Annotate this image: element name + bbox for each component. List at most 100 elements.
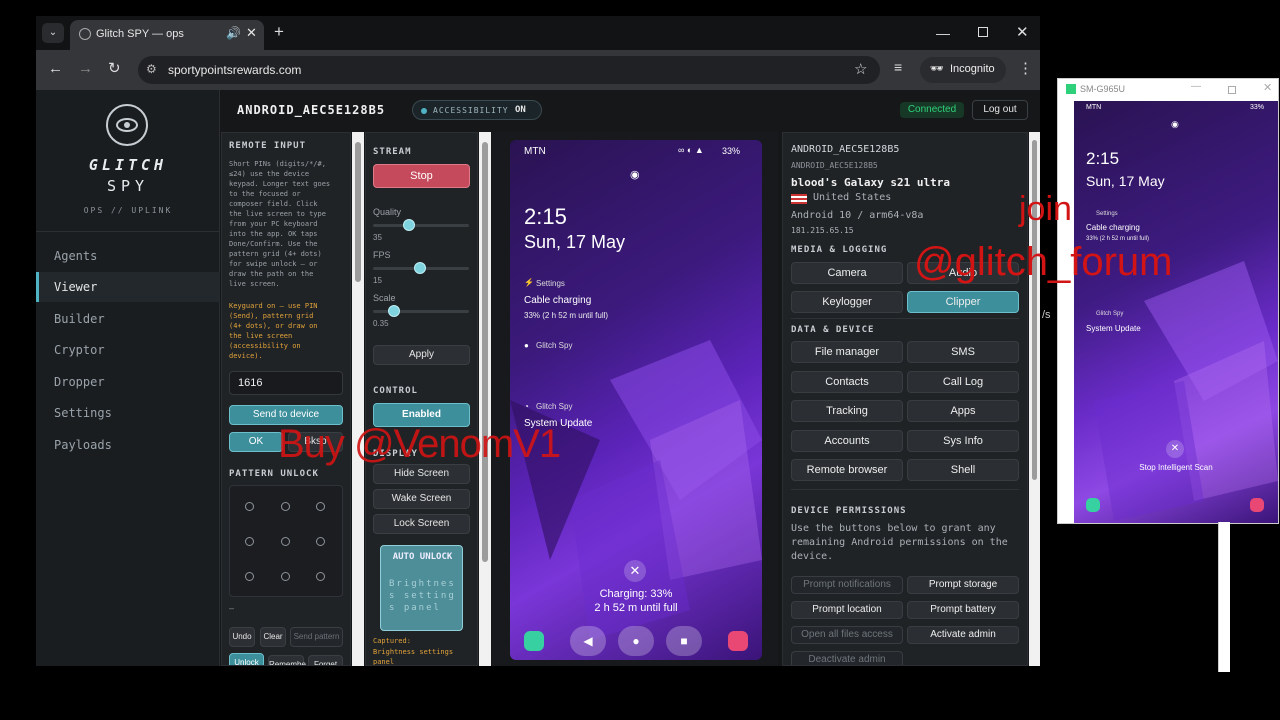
sidebar-item-agents[interactable]: Agents bbox=[36, 241, 220, 271]
accounts-button[interactable]: Accounts bbox=[791, 430, 903, 452]
accessibility-badge: ACCESSIBILITY ON bbox=[412, 100, 542, 120]
send-pattern-button[interactable]: Send pattern bbox=[290, 627, 343, 647]
contacts-button[interactable]: Contacts bbox=[791, 371, 903, 393]
call-log-button[interactable]: Call Log bbox=[907, 371, 1019, 393]
site-info-icon[interactable]: ⚙ bbox=[146, 62, 157, 76]
pattern-dot[interactable] bbox=[281, 502, 290, 511]
stream-scrollbar[interactable] bbox=[479, 132, 491, 666]
maximize-icon[interactable] bbox=[978, 27, 988, 37]
mirror-minimize-icon[interactable]: — bbox=[1191, 81, 1201, 92]
pattern-dot[interactable] bbox=[316, 572, 325, 581]
sys-info-button[interactable]: Sys Info bbox=[907, 430, 1019, 452]
back-icon[interactable]: ← bbox=[48, 60, 63, 77]
live-screen[interactable]: MTN 33% ∞ ◐ ▲ ◉ 2:15 Sun, 17 May ⚡ Setti… bbox=[510, 140, 762, 660]
pattern-dot[interactable] bbox=[245, 572, 254, 581]
notif2-app[interactable]: Glitch Spy bbox=[536, 341, 572, 350]
logout-button[interactable]: Log out bbox=[972, 100, 1028, 120]
section-divider bbox=[791, 318, 1019, 319]
forget-button[interactable]: Forget bbox=[308, 655, 343, 665]
nav-home-icon[interactable]: ● bbox=[618, 626, 654, 656]
lock-screen-button[interactable]: Lock Screen bbox=[373, 514, 470, 534]
sidebar-item-cryptor[interactable]: Cryptor bbox=[36, 335, 220, 365]
mirror-close-icon[interactable]: ✕ bbox=[1263, 81, 1272, 94]
scale-knob[interactable] bbox=[388, 305, 400, 317]
notif1-title[interactable]: Cable charging bbox=[524, 295, 591, 306]
remote-browser-button[interactable]: Remote browser bbox=[791, 459, 903, 481]
tab-list-button[interactable]: ⌄ bbox=[42, 23, 64, 43]
apply-button[interactable]: Apply bbox=[373, 345, 470, 365]
sidebar-item-viewer[interactable]: Viewer bbox=[36, 272, 220, 302]
activate-admin-button[interactable]: Activate admin bbox=[907, 626, 1019, 644]
sidebar-item-dropper[interactable]: Dropper bbox=[36, 367, 220, 397]
scrollbar-thumb[interactable] bbox=[482, 142, 488, 562]
captured-label: Captured: bbox=[373, 637, 411, 645]
pattern-dot[interactable] bbox=[281, 572, 290, 581]
apps-button[interactable]: Apps bbox=[907, 400, 1019, 422]
wake-screen-button[interactable]: Wake Screen bbox=[373, 489, 470, 509]
stop-stream-button[interactable]: Stop bbox=[373, 164, 470, 188]
browser-tab[interactable]: Glitch SPY — ops 🔊 ✕ bbox=[70, 20, 264, 50]
prompt-location-button[interactable]: Prompt location bbox=[791, 601, 903, 619]
nav-recents-icon[interactable]: ■ bbox=[666, 626, 702, 656]
sidebar-item-settings[interactable]: Settings bbox=[36, 398, 220, 428]
incognito-chip[interactable]: 🕶 Incognito bbox=[920, 57, 1006, 83]
url-field[interactable]: ⚙ sportypointsrewards.com ☆ bbox=[138, 56, 880, 84]
pattern-dot[interactable] bbox=[281, 537, 290, 546]
remember-button[interactable]: Remembe bbox=[268, 655, 306, 665]
clipper-button[interactable]: Clipper bbox=[907, 291, 1019, 313]
mirror-app-icon-left[interactable] bbox=[1086, 498, 1100, 512]
mirror-screen[interactable]: MTN 33% ◉ 2:15 Sun, 17 May Settings Cabl… bbox=[1074, 101, 1278, 523]
prompt-storage-button[interactable]: Prompt storage bbox=[907, 576, 1019, 594]
clear-button[interactable]: Clear bbox=[260, 627, 286, 647]
fps-knob[interactable] bbox=[414, 262, 426, 274]
shell-button[interactable]: Shell bbox=[907, 459, 1019, 481]
reload-icon[interactable]: ↻ bbox=[108, 59, 121, 77]
prompt-battery-button[interactable]: Prompt battery bbox=[907, 601, 1019, 619]
captured-text: Brightness settings panel bbox=[373, 648, 454, 666]
sidebar-item-builder[interactable]: Builder bbox=[36, 304, 220, 334]
pattern-dot[interactable] bbox=[316, 537, 325, 546]
media-control-icon[interactable]: ≡ bbox=[894, 59, 902, 75]
keylogger-button[interactable]: Keylogger bbox=[791, 291, 903, 313]
sms-button[interactable]: SMS bbox=[907, 341, 1019, 363]
ok-button[interactable]: OK bbox=[229, 432, 283, 452]
forward-icon[interactable]: → bbox=[78, 60, 93, 77]
quality-knob[interactable] bbox=[403, 219, 415, 231]
pattern-dot[interactable] bbox=[245, 502, 254, 511]
pattern-dot[interactable] bbox=[316, 502, 325, 511]
tracking-button[interactable]: Tracking bbox=[791, 400, 903, 422]
scrollbar-thumb[interactable] bbox=[355, 142, 361, 282]
undo-button[interactable]: Undo bbox=[229, 627, 255, 647]
remote-input-scrollbar[interactable] bbox=[352, 132, 364, 666]
unlock-button[interactable]: Unlock bbox=[229, 653, 264, 665]
camera-app-icon[interactable] bbox=[728, 631, 748, 651]
browser-menu-icon[interactable]: ⋮ bbox=[1018, 59, 1033, 77]
nav-back-icon[interactable]: ◀ bbox=[570, 626, 606, 656]
mirror-camera-icon[interactable] bbox=[1250, 498, 1264, 512]
prompt-notifications-button[interactable]: Prompt notifications bbox=[791, 576, 903, 594]
close-window-icon[interactable]: ✕ bbox=[1016, 23, 1029, 41]
tab-close-icon[interactable]: ✕ bbox=[246, 25, 257, 41]
mirror-battery: 33% bbox=[1250, 104, 1265, 111]
mirror-maximize-icon[interactable] bbox=[1228, 86, 1236, 94]
sidebar-item-payloads[interactable]: Payloads bbox=[36, 430, 220, 460]
new-tab-button[interactable]: + bbox=[274, 22, 284, 42]
quality-slider[interactable] bbox=[373, 224, 469, 227]
hide-screen-button[interactable]: Hide Screen bbox=[373, 464, 470, 484]
speaker-icon[interactable]: 🔊 bbox=[226, 26, 241, 40]
minimize-icon[interactable]: — bbox=[936, 25, 950, 41]
unlock-close-icon[interactable]: ✕ bbox=[624, 560, 646, 582]
file-manager-button[interactable]: File manager bbox=[791, 341, 903, 363]
url-text: sportypointsrewards.com bbox=[168, 63, 302, 77]
remote-input-panel: REMOTE INPUT Short PINs (digits/*/#, ≤24)… bbox=[221, 132, 351, 666]
deactivate-admin-button[interactable]: Deactivate admin bbox=[791, 651, 903, 665]
pin-input[interactable]: 1616 bbox=[229, 371, 343, 395]
pattern-grid[interactable] bbox=[229, 485, 343, 597]
phone-app-icon[interactable] bbox=[524, 631, 544, 651]
bookmark-star-icon[interactable]: ☆ bbox=[854, 60, 867, 78]
open-all-files-button[interactable]: Open all files access bbox=[791, 626, 903, 644]
auto-unlock-card[interactable]: AUTO UNLOCK Brightness settings panel bbox=[380, 545, 463, 631]
pattern-dot[interactable] bbox=[245, 537, 254, 546]
mirror-close-scan-icon[interactable]: ✕ bbox=[1166, 440, 1184, 458]
camera-button[interactable]: Camera bbox=[791, 262, 903, 284]
